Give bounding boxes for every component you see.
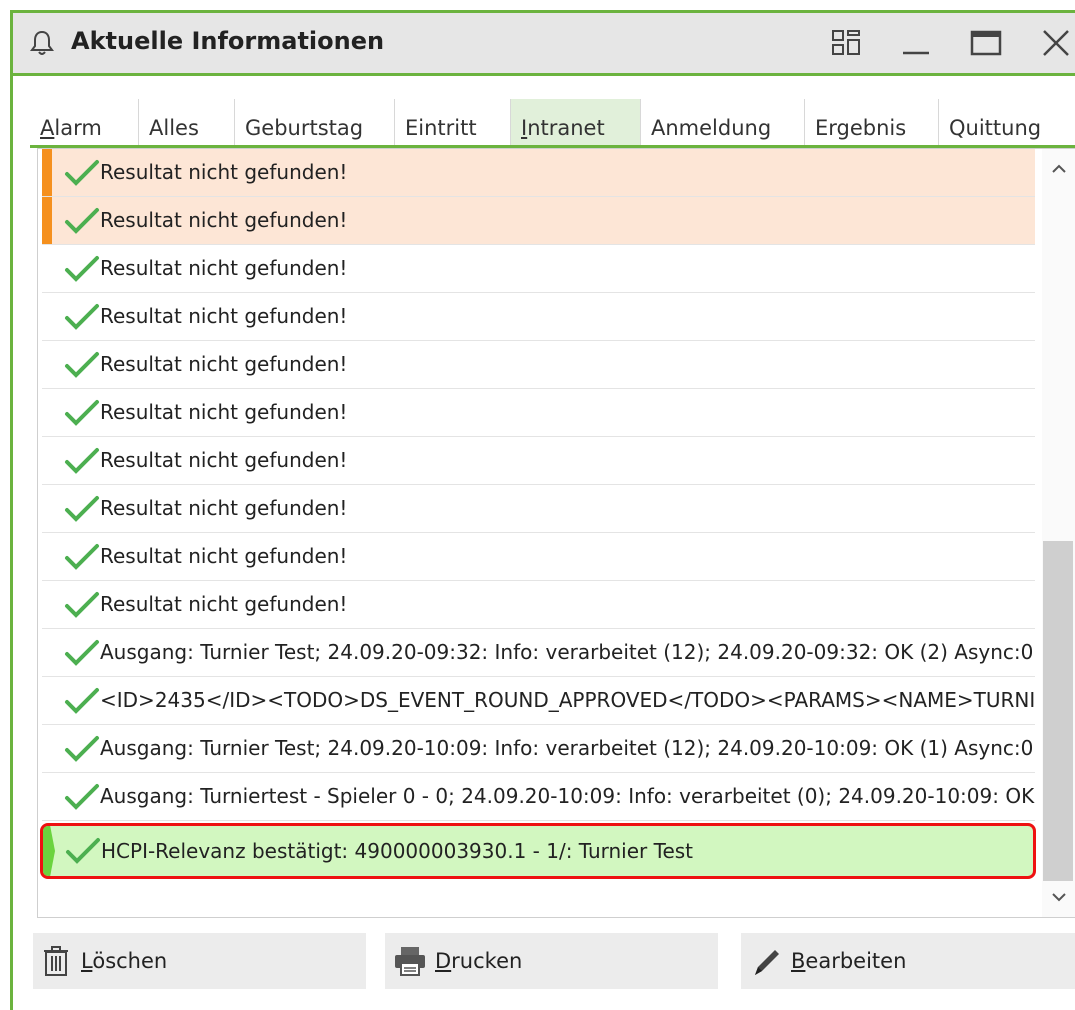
- tab-eintritt[interactable]: Eintritt: [394, 99, 510, 145]
- scroll-down-button[interactable]: [1042, 877, 1075, 917]
- message-text: <ID>2435</ID><TODO>DS_EVENT_ROUND_APPROV…: [100, 688, 1035, 712]
- checkmark-icon: [65, 304, 99, 330]
- message-row[interactable]: Resultat nicht gefunden!: [42, 293, 1035, 341]
- tab-geburtstag[interactable]: Geburtstag: [234, 99, 394, 145]
- scroll-thumb[interactable]: [1043, 541, 1073, 881]
- message-text: HCPI-Relevanz bestätigt: 490000003930.1 …: [101, 839, 694, 863]
- tab-quittung[interactable]: Quittung: [938, 99, 1075, 145]
- tab-bar: Alarm Alles Geburtstag Eintritt Intranet…: [30, 99, 1075, 148]
- window-title: Aktuelle Informationen: [71, 27, 385, 55]
- print-button[interactable]: Drucken: [385, 933, 718, 989]
- chevron-up-icon: [1052, 164, 1066, 173]
- message-text: Resultat nicht gefunden!: [100, 208, 348, 232]
- checkmark-icon: [65, 784, 99, 810]
- checkmark-icon: [65, 352, 99, 378]
- scroll-up-button[interactable]: [1042, 149, 1075, 189]
- message-row[interactable]: Resultat nicht gefunden!: [42, 197, 1035, 245]
- tab-intranet[interactable]: Intranet: [510, 99, 640, 145]
- edit-button-label: Bearbeiten: [791, 949, 907, 973]
- tab-anmeldung[interactable]: Anmeldung: [640, 99, 804, 145]
- message-row[interactable]: Resultat nicht gefunden!: [42, 389, 1035, 437]
- vertical-scrollbar[interactable]: [1042, 149, 1075, 917]
- tab-alarm[interactable]: Alarm: [30, 99, 138, 145]
- checkmark-icon: [65, 736, 99, 762]
- message-row[interactable]: Ausgang: Turniertest - Spieler 0 - 0; 24…: [42, 773, 1035, 821]
- print-button-label: Drucken: [435, 949, 523, 973]
- edit-button[interactable]: Bearbeiten: [741, 933, 1075, 989]
- checkmark-icon: [65, 592, 99, 618]
- checkmark-icon: [65, 256, 99, 282]
- minimize-icon: [903, 51, 929, 55]
- checkmark-icon: [65, 688, 99, 714]
- message-row[interactable]: Ausgang: Turnier Test; 24.09.20-10:09: I…: [42, 725, 1035, 773]
- message-row[interactable]: Resultat nicht gefunden!: [42, 437, 1035, 485]
- delete-button-label: Löschen: [81, 949, 168, 973]
- message-list: Resultat nicht gefunden! Resultat nicht g…: [37, 148, 1075, 918]
- message-text: Ausgang: Turnier Test; 24.09.20-09:32: I…: [100, 640, 1034, 664]
- message-text: Ausgang: Turniertest - Spieler 0 - 0; 24…: [100, 784, 1035, 808]
- message-row[interactable]: Resultat nicht gefunden!: [42, 533, 1035, 581]
- status-marker: [42, 149, 52, 196]
- tab-ergebnis[interactable]: Ergebnis: [804, 99, 938, 145]
- minimize-button[interactable]: [893, 23, 939, 63]
- message-text: Resultat nicht gefunden!: [100, 352, 348, 376]
- message-row[interactable]: Ausgang: Turnier Test; 24.09.20-09:32: I…: [42, 629, 1035, 677]
- info-window: Aktuelle Informationen Alarm Alles Gebur…: [10, 10, 1075, 1010]
- checkmark-icon: [65, 448, 99, 474]
- message-text: Resultat nicht gefunden!: [100, 592, 348, 616]
- maximize-button[interactable]: [963, 23, 1009, 63]
- message-text: Resultat nicht gefunden!: [100, 496, 348, 520]
- message-row[interactable]: Resultat nicht gefunden!: [42, 149, 1035, 197]
- checkmark-icon: [66, 838, 100, 864]
- chevron-down-icon: [1052, 893, 1066, 902]
- message-row[interactable]: Resultat nicht gefunden!: [42, 485, 1035, 533]
- pencil-icon: [755, 950, 779, 975]
- checkmark-icon: [65, 496, 99, 522]
- maximize-icon: [970, 30, 1002, 56]
- message-row[interactable]: Resultat nicht gefunden!: [42, 245, 1035, 293]
- checkmark-icon: [65, 544, 99, 570]
- bell-icon: [30, 30, 54, 55]
- checkmark-icon: [65, 640, 99, 666]
- status-marker: [43, 826, 55, 876]
- message-row[interactable]: HCPI-Relevanz bestätigt: 490000003930.1 …: [40, 823, 1036, 879]
- message-row[interactable]: Resultat nicht gefunden!: [42, 581, 1035, 629]
- message-text: Resultat nicht gefunden!: [100, 448, 348, 472]
- message-row[interactable]: Resultat nicht gefunden!: [42, 341, 1035, 389]
- checkmark-icon: [65, 208, 99, 234]
- message-text: Resultat nicht gefunden!: [100, 544, 348, 568]
- message-text: Ausgang: Turnier Test; 24.09.20-10:09: I…: [100, 736, 1034, 760]
- delete-button[interactable]: Löschen: [33, 933, 366, 989]
- checkmark-icon: [65, 160, 99, 186]
- message-row[interactable]: <ID>2435</ID><TODO>DS_EVENT_ROUND_APPROV…: [42, 677, 1035, 725]
- tab-alles[interactable]: Alles: [138, 99, 234, 145]
- message-text: Resultat nicht gefunden!: [100, 304, 348, 328]
- status-marker: [42, 197, 52, 244]
- message-text: Resultat nicht gefunden!: [100, 256, 348, 280]
- trash-icon: [44, 946, 68, 976]
- layout-button[interactable]: [823, 23, 869, 63]
- title-bar: Aktuelle Informationen: [13, 13, 1075, 76]
- checkmark-icon: [65, 400, 99, 426]
- message-text: Resultat nicht gefunden!: [100, 160, 348, 184]
- close-icon: [1043, 30, 1069, 56]
- close-button[interactable]: [1033, 23, 1075, 63]
- message-text: Resultat nicht gefunden!: [100, 400, 348, 424]
- layout-icon: [832, 30, 860, 55]
- printer-icon: [395, 947, 425, 976]
